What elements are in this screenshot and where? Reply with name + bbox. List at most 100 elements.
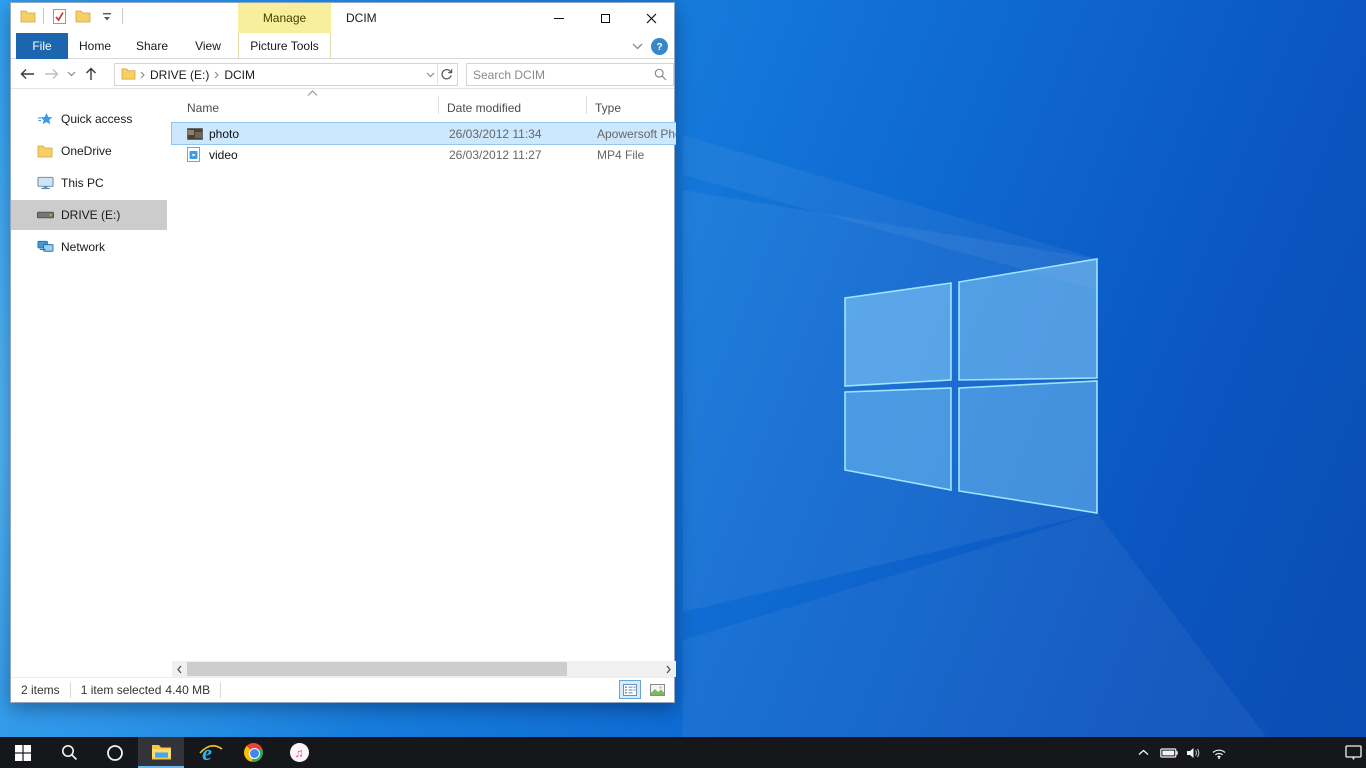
search-icon[interactable] xyxy=(654,68,667,81)
cortana-button[interactable] xyxy=(92,737,138,768)
taskbar-search-button[interactable] xyxy=(46,737,92,768)
taskbar-chrome-button[interactable] xyxy=(230,737,276,768)
minimize-ribbon-icon[interactable] xyxy=(632,43,643,50)
horizontal-scrollbar[interactable] xyxy=(172,661,676,677)
file-row-video[interactable]: video 26/03/2012 11:27 MP4 File xyxy=(172,144,676,165)
file-type: MP4 File xyxy=(597,148,644,162)
address-divider xyxy=(437,64,438,85)
taskbar-internet-explorer-button[interactable]: e xyxy=(184,737,230,768)
column-separator[interactable] xyxy=(586,96,587,114)
sidebar-item-label: This PC xyxy=(61,176,104,190)
status-separator xyxy=(220,682,221,698)
scroll-left-arrow[interactable] xyxy=(172,661,187,677)
file-date-modified: 26/03/2012 11:27 xyxy=(449,148,542,162)
sidebar-item-onedrive[interactable]: OneDrive xyxy=(11,136,167,166)
navigation-pane: Quick access OneDrive This PC xyxy=(11,90,167,661)
column-header-type[interactable]: Type xyxy=(595,94,675,118)
action-center-button[interactable] xyxy=(1341,737,1366,768)
back-button[interactable] xyxy=(15,62,39,86)
file-name: photo xyxy=(209,127,239,141)
tab-picture-tools[interactable]: Picture Tools xyxy=(238,33,331,59)
chevron-up-icon xyxy=(1138,749,1149,756)
sidebar-item-label: DRIVE (E:) xyxy=(61,208,120,222)
file-row-photo[interactable]: photo 26/03/2012 11:34 Apowersoft Pho xyxy=(172,123,676,144)
sidebar-item-drive-e[interactable]: DRIVE (E:) xyxy=(11,200,167,230)
wifi-icon xyxy=(1211,747,1227,759)
recent-locations-button[interactable] xyxy=(63,62,79,86)
minimize-button[interactable] xyxy=(536,3,582,33)
column-header-name[interactable]: Name xyxy=(187,94,427,118)
photo-thumbnail-icon xyxy=(187,128,203,140)
svg-text:?: ? xyxy=(656,42,662,52)
customize-qat-icon[interactable] xyxy=(98,7,116,25)
sidebar-item-this-pc[interactable]: This PC xyxy=(11,168,167,198)
address-dropdown-icon[interactable] xyxy=(426,72,435,78)
scrollbar-track[interactable] xyxy=(187,661,661,677)
scroll-right-arrow[interactable] xyxy=(661,661,676,677)
search-input[interactable] xyxy=(467,68,654,82)
sidebar-item-quick-access[interactable]: Quick access xyxy=(11,104,167,134)
search-box[interactable] xyxy=(466,63,674,86)
itunes-icon: ♫ xyxy=(290,743,309,762)
desktop: Manage DCIM File Home Share View Picture… xyxy=(0,0,1366,768)
new-folder-icon[interactable] xyxy=(74,7,92,25)
maximize-button[interactable] xyxy=(582,3,628,33)
quick-access-toolbar xyxy=(19,7,123,25)
chrome-icon xyxy=(244,743,263,762)
manage-tab-label: Manage xyxy=(263,11,306,25)
taskbar-file-explorer-button[interactable] xyxy=(138,737,184,768)
breadcrumb-drive[interactable]: DRIVE (E:) xyxy=(145,68,214,82)
up-button[interactable] xyxy=(79,62,103,86)
quick-access-star-icon xyxy=(36,112,54,126)
drive-icon xyxy=(36,211,54,219)
column-header-date-modified[interactable]: Date modified xyxy=(447,94,577,118)
folder-icon[interactable] xyxy=(19,7,37,25)
minimize-icon xyxy=(554,18,564,19)
taskbar-itunes-button[interactable]: ♫ xyxy=(276,737,322,768)
close-button[interactable] xyxy=(628,3,674,33)
properties-icon[interactable] xyxy=(50,7,68,25)
qat-separator xyxy=(43,8,44,24)
video-file-icon xyxy=(187,147,203,162)
tray-wifi-button[interactable] xyxy=(1206,737,1231,768)
details-view-button[interactable] xyxy=(619,680,641,699)
address-bar[interactable]: DRIVE (E:) DCIM xyxy=(114,63,458,86)
titlebar[interactable]: Manage DCIM xyxy=(11,3,674,33)
folder-icon xyxy=(121,67,136,83)
selection-count: 1 item selected xyxy=(71,683,166,697)
tab-file[interactable]: File xyxy=(16,33,68,59)
refresh-icon[interactable] xyxy=(440,68,453,81)
help-button[interactable]: ? xyxy=(651,38,668,55)
start-button[interactable] xyxy=(0,737,46,768)
tab-manage[interactable]: Manage xyxy=(238,3,331,33)
forward-icon xyxy=(44,68,59,80)
tab-home[interactable]: Home xyxy=(72,33,118,59)
breadcrumb-folder[interactable]: DCIM xyxy=(219,68,260,82)
battery-icon xyxy=(1160,748,1178,758)
tray-battery-button[interactable] xyxy=(1156,737,1181,768)
sidebar-item-network[interactable]: Network xyxy=(11,232,167,262)
tray-show-hidden-icons-button[interactable] xyxy=(1131,737,1156,768)
thumbnail-view-button[interactable] xyxy=(646,680,668,699)
scrollbar-thumb[interactable] xyxy=(187,662,567,676)
qat-separator xyxy=(122,8,123,24)
onedrive-folder-icon xyxy=(36,144,54,158)
file-date-modified: 26/03/2012 11:34 xyxy=(449,127,542,141)
action-center-icon xyxy=(1345,745,1362,760)
tray-volume-button[interactable] xyxy=(1181,737,1206,768)
details-view-icon xyxy=(623,684,637,696)
tab-view[interactable]: View xyxy=(183,33,233,59)
help-icon: ? xyxy=(655,40,664,52)
file-type: Apowersoft Pho xyxy=(597,127,676,141)
sidebar-item-label: Network xyxy=(61,240,105,254)
window-title: DCIM xyxy=(346,3,377,33)
internet-explorer-icon: e xyxy=(202,742,212,764)
taskbar: e ♫ xyxy=(0,737,1366,768)
tab-share[interactable]: Share xyxy=(125,33,179,59)
file-explorer-window: Manage DCIM File Home Share View Picture… xyxy=(10,2,675,703)
status-bar: 2 items 1 item selected 4.40 MB xyxy=(11,677,674,702)
column-separator[interactable] xyxy=(438,96,439,114)
up-icon xyxy=(85,67,97,81)
back-icon xyxy=(20,68,35,80)
forward-button[interactable] xyxy=(39,62,63,86)
